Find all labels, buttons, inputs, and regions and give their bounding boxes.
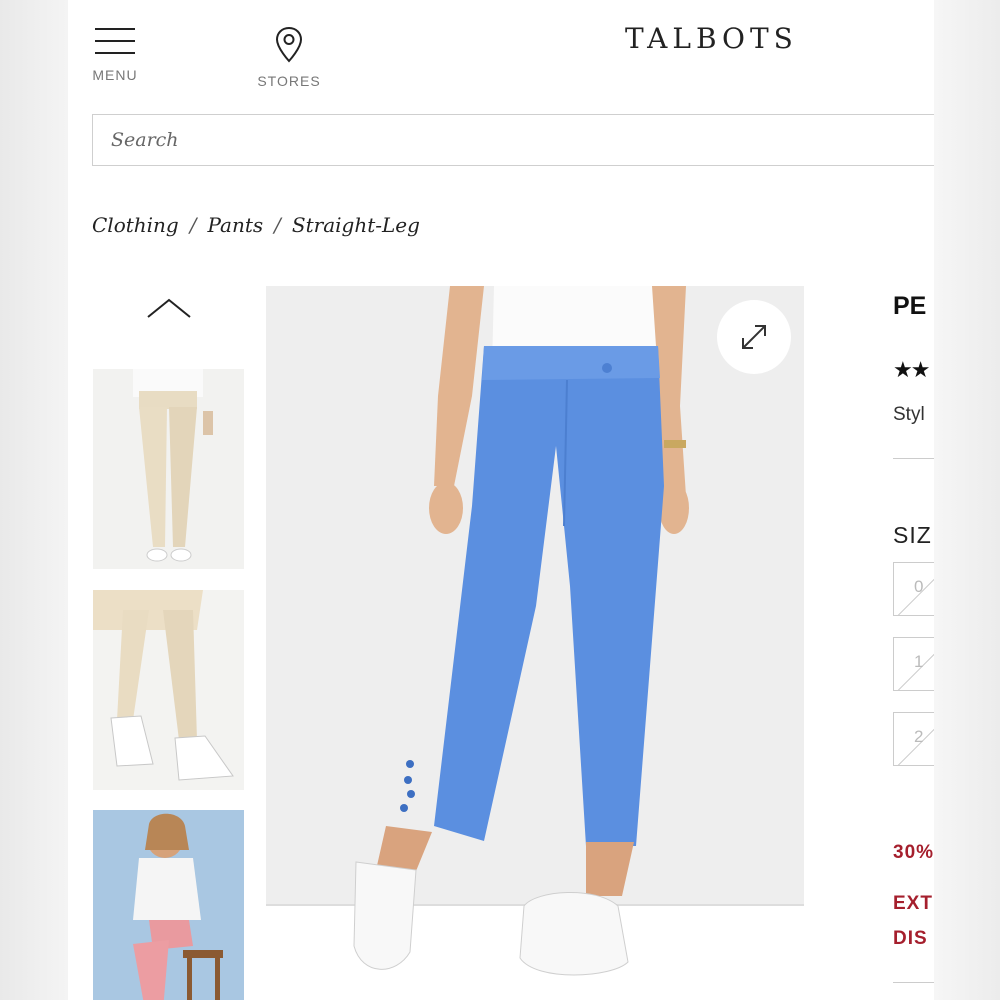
- expand-image-button[interactable]: [717, 300, 791, 374]
- breadcrumb-pants[interactable]: Pants: [208, 213, 264, 237]
- menu-label: MENU: [92, 67, 138, 83]
- size-value: 2: [914, 727, 924, 746]
- promo-extra-line2: DIS: [893, 928, 928, 949]
- background-edge-left: [0, 0, 68, 1000]
- breadcrumb-separator: /: [189, 213, 197, 237]
- location-pin-icon: [275, 26, 303, 63]
- search-bar: [92, 114, 934, 166]
- size-option-unavailable[interactable]: 2: [893, 712, 934, 766]
- background-edge-right: [934, 0, 1000, 1000]
- search-input[interactable]: [93, 115, 934, 165]
- menu-button[interactable]: MENU: [88, 28, 142, 83]
- size-value: 0: [914, 577, 924, 596]
- size-option-unavailable[interactable]: 1: [893, 637, 934, 691]
- brand-logo[interactable]: TALBOTS: [625, 22, 798, 55]
- thumbnail-image-3[interactable]: [93, 810, 244, 1000]
- product-photo: [266, 286, 804, 1000]
- divider: [893, 982, 934, 983]
- rating-stars[interactable]: ★★: [893, 357, 930, 383]
- promo-discount: 30%: [893, 842, 934, 863]
- product-title: PE: [893, 292, 927, 320]
- product-page: MENU STORES TALBOTS Clothing / Pants / S…: [68, 0, 934, 1000]
- thumbnail-image-1[interactable]: [93, 369, 244, 569]
- style-number: Styl: [893, 404, 925, 425]
- size-value: 1: [914, 652, 924, 671]
- divider: [893, 458, 934, 459]
- breadcrumb-separator: /: [274, 213, 281, 237]
- stores-button[interactable]: STORES: [254, 26, 324, 89]
- stores-label: STORES: [257, 73, 321, 89]
- expand-icon: [742, 325, 766, 349]
- breadcrumb-straight-leg[interactable]: Straight-Leg: [292, 213, 420, 237]
- size-label: SIZ: [893, 522, 932, 548]
- main-product-image[interactable]: [266, 286, 804, 1000]
- hamburger-icon: [95, 28, 135, 54]
- chevron-up-icon[interactable]: [146, 296, 192, 320]
- size-option-unavailable[interactable]: 0: [893, 562, 934, 616]
- thumbnail-image-2[interactable]: [93, 590, 244, 790]
- promo-extra-line1: EXT: [893, 893, 933, 914]
- breadcrumb-clothing[interactable]: Clothing: [92, 213, 179, 237]
- breadcrumb: Clothing / Pants / Straight-Leg: [92, 213, 420, 237]
